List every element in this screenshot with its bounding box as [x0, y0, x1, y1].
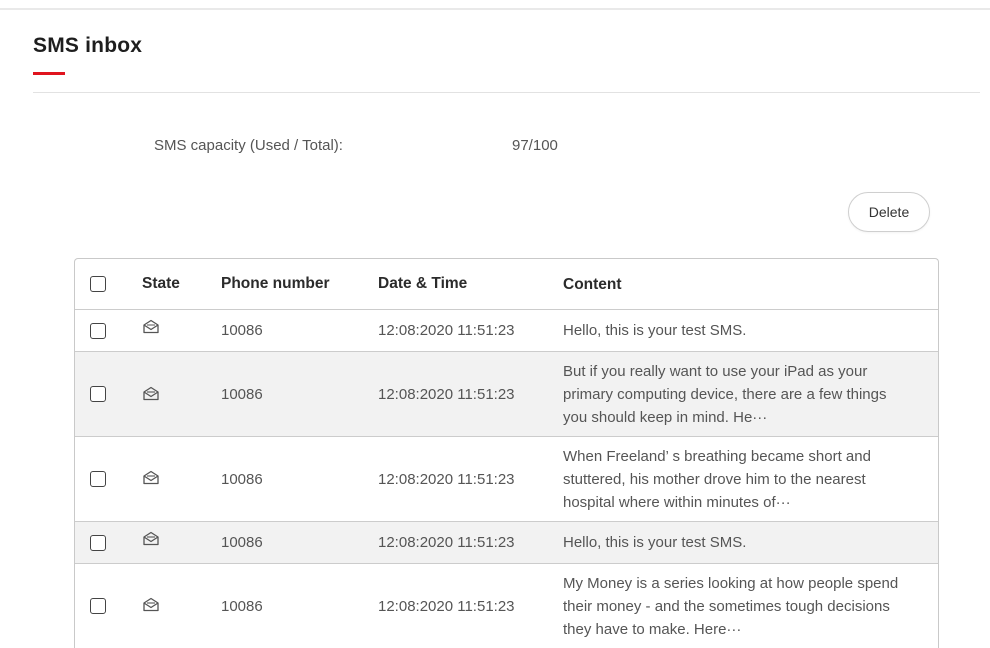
envelope-open-icon — [142, 470, 160, 485]
row-state-cell — [142, 310, 160, 351]
row-state-cell — [142, 522, 160, 563]
row-content: Hello, this is your test SMS. — [563, 522, 908, 563]
header-date-time: Date & Time — [378, 275, 468, 292]
row-content: Hello, this is your test SMS. — [563, 310, 908, 351]
row-date-time: 12:08:2020 11:51:23 — [378, 322, 515, 339]
table-header-row: State Phone number Date & Time Content — [75, 259, 938, 310]
select-all-checkbox[interactable] — [90, 276, 106, 292]
row-checkbox-cell — [90, 437, 106, 521]
sms-capacity-value: 97/100 — [512, 137, 558, 154]
row-content: But if you really want to use your iPad … — [563, 352, 908, 436]
envelope-open-icon — [142, 319, 160, 334]
delete-button[interactable]: Delete — [848, 192, 930, 232]
row-checkbox[interactable] — [90, 386, 106, 402]
row-state-cell — [142, 352, 160, 436]
row-content-text: When Freeland’ s breathing became short … — [563, 447, 871, 511]
row-state-cell — [142, 437, 160, 521]
header-checkbox-cell — [90, 259, 106, 309]
envelope-open-icon — [142, 531, 160, 546]
row-content-text: My Money is a series looking at how peop… — [563, 574, 899, 638]
row-checkbox[interactable] — [90, 471, 106, 487]
row-content-text: But if you really want to use your iPad … — [563, 362, 887, 426]
table-row[interactable]: 10086 12:08:2020 11:51:23 Hello, this is… — [75, 310, 938, 352]
row-checkbox-cell — [90, 352, 106, 436]
table-row[interactable]: 10086 12:08:2020 11:51:23 My Money is a … — [75, 564, 938, 648]
row-date-time: 12:08:2020 11:51:23 — [378, 534, 515, 551]
row-checkbox-cell — [90, 310, 106, 351]
title-accent-bar — [33, 72, 65, 75]
header-phone-number: Phone number — [221, 275, 330, 292]
envelope-open-icon — [142, 386, 160, 401]
row-phone-number: 10086 — [221, 385, 263, 403]
row-state-cell — [142, 564, 160, 648]
row-checkbox[interactable] — [90, 598, 106, 614]
sms-capacity-label: SMS capacity (Used / Total): — [154, 137, 343, 154]
row-checkbox[interactable] — [90, 534, 106, 551]
row-date-time: 12:08:2020 11:51:23 — [378, 597, 515, 615]
row-checkbox[interactable] — [90, 322, 106, 339]
table-row[interactable]: 10086 12:08:2020 11:51:23 But if you rea… — [75, 352, 938, 437]
table-row[interactable]: 10086 12:08:2020 11:51:23 Hello, this is… — [75, 522, 938, 564]
row-date-time: 12:08:2020 11:51:23 — [378, 385, 515, 403]
row-checkbox-cell — [90, 564, 106, 648]
top-border — [0, 8, 990, 10]
row-phone-number: 10086 — [221, 534, 263, 551]
row-content-text: Hello, this is your test SMS. — [563, 322, 747, 339]
row-content: When Freeland’ s breathing became short … — [563, 437, 908, 521]
row-content-text: Hello, this is your test SMS. — [563, 534, 747, 551]
table-row[interactable]: 10086 12:08:2020 11:51:23 When Freeland’… — [75, 437, 938, 522]
row-phone-number: 10086 — [221, 470, 263, 488]
row-phone-number: 10086 — [221, 597, 263, 615]
title-divider — [33, 92, 980, 93]
envelope-open-icon — [142, 597, 160, 612]
row-phone-number: 10086 — [221, 322, 263, 339]
row-content: My Money is a series looking at how peop… — [563, 564, 908, 648]
row-checkbox-cell — [90, 522, 106, 563]
header-content: Content — [563, 275, 622, 293]
sms-table: State Phone number Date & Time Content 1… — [74, 258, 939, 648]
header-state: State — [142, 275, 180, 292]
row-date-time: 12:08:2020 11:51:23 — [378, 470, 515, 488]
page-title: SMS inbox — [33, 34, 143, 57]
